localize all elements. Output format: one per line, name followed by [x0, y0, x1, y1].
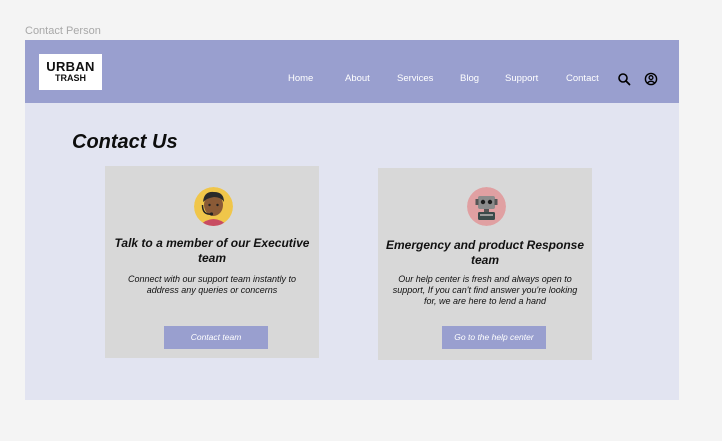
navbar: URBAN TRASH Home About Services Blog Sup…: [25, 40, 679, 103]
executive-team-card: Talk to a member of our Executive team C…: [105, 166, 319, 358]
logo-line-1: URBAN: [46, 59, 95, 74]
contact-page-frame: URBAN TRASH Home About Services Blog Sup…: [25, 40, 679, 400]
nav-item-contact[interactable]: Contact: [566, 73, 599, 84]
account-icon[interactable]: [644, 72, 658, 86]
card-description: Connect with our support team instantly …: [127, 274, 297, 295]
card-title: Emergency and product Response team: [385, 238, 585, 267]
robot-avatar: [467, 187, 506, 226]
card-description: Our help center is fresh and always open…: [392, 274, 578, 306]
nav-item-about[interactable]: About: [345, 73, 370, 84]
search-icon[interactable]: [617, 72, 631, 86]
nav-item-blog[interactable]: Blog: [460, 73, 479, 84]
nav-item-services[interactable]: Services: [397, 73, 433, 84]
card-title: Talk to a member of our Executive team: [114, 236, 310, 265]
help-center-button[interactable]: Go to the help center: [442, 326, 546, 349]
contact-team-button[interactable]: Contact team: [164, 326, 268, 349]
emergency-response-card: Emergency and product Response team Our …: [378, 168, 592, 360]
logo-line-2: TRASH: [55, 73, 86, 83]
logo[interactable]: URBAN TRASH: [39, 54, 102, 90]
nav-item-support[interactable]: Support: [505, 73, 538, 84]
page-title: Contact Us: [72, 131, 178, 153]
nav-item-home[interactable]: Home: [288, 73, 313, 84]
person-with-headset-avatar: [194, 187, 233, 226]
frame-label: Contact Person: [25, 25, 101, 37]
